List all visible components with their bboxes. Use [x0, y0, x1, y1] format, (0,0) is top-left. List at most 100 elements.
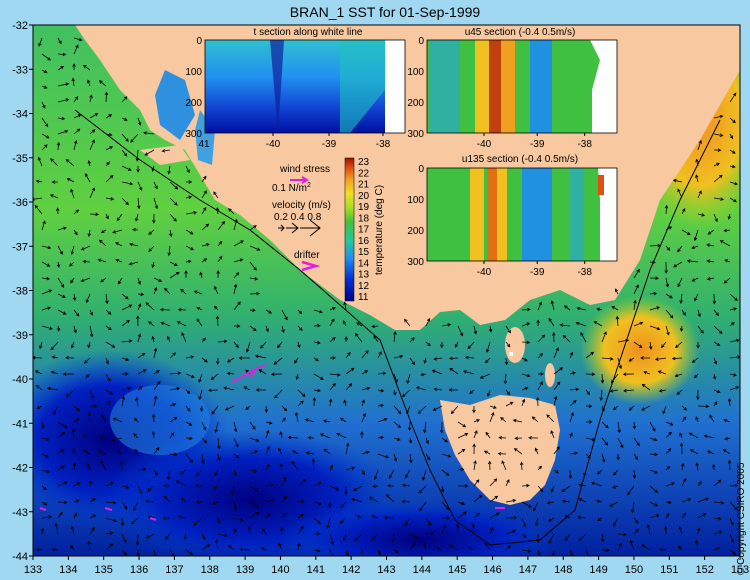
inset-lat-tick-label: -38 — [577, 139, 592, 150]
section-marker — [509, 352, 513, 356]
inset-u45-band — [475, 40, 489, 133]
inset-depth-tick-label: 0 — [196, 36, 202, 47]
inset-lat-tick-label: -39 — [530, 139, 545, 150]
inset-depth-tick-label: 0 — [418, 164, 424, 175]
lon-tick-label: 147 — [519, 564, 537, 576]
inset-u45-section: u45 section (-0.4 0.5m/s) 0 100 200 300 -40 -… — [407, 27, 618, 150]
inset-lat-tick-label: -38 — [376, 139, 391, 150]
lat-tick-label: -39 — [12, 330, 28, 342]
inset-lat-tick-label: -40 — [477, 139, 492, 150]
figure-title: BRAN_1 SST for 01-Sep-1999 — [290, 4, 481, 20]
inset-lat-tick-label: -38 — [577, 267, 592, 278]
warm-eddy — [580, 295, 700, 405]
colorbar-tick-label: 12 — [358, 281, 370, 292]
lat-tick-label: -40 — [12, 374, 28, 386]
colorbar-gradient — [344, 157, 355, 302]
inset-t-bathymetry — [385, 40, 405, 133]
lon-tick-label: 148 — [554, 564, 572, 576]
wind-stress-label: wind stress — [279, 164, 330, 175]
lat-tick-label: -34 — [12, 109, 28, 121]
lon-tick-label: 150 — [625, 564, 643, 576]
inset-u45-band — [530, 40, 552, 133]
colorbar-tick-label: 15 — [358, 247, 370, 258]
colorbar-tick-label: 19 — [358, 202, 370, 213]
colorbar-tick-label: 20 — [358, 191, 370, 202]
inset-u135-section: u135 section (-0.4 0.5m/s) 0 100 200 300 -40… — [407, 154, 618, 278]
lon-tick-label: 134 — [59, 564, 77, 576]
flinders-island — [545, 363, 555, 387]
lon-tick-label: 145 — [448, 564, 466, 576]
colorbar-tick-label: 13 — [358, 270, 370, 281]
velocity-label: velocity (m/s) — [272, 200, 331, 211]
lon-tick-label: 143 — [377, 564, 395, 576]
inset-u45-title: u45 section (-0.4 0.5m/s) — [465, 27, 576, 38]
drifter-label: drifter — [294, 250, 320, 261]
inset-u135-band — [570, 168, 584, 261]
inset-t-section: t section along white line 0100200300-40… — [185, 27, 406, 150]
sst-map-figure: BRAN_1 SST for 01-Sep-1999 133 134 135 1… — [0, 0, 750, 580]
inset-depth-tick-label: 200 — [407, 98, 424, 109]
inset-depth-tick-label: 100 — [185, 67, 202, 78]
inset-u135-band — [522, 168, 552, 261]
inset-u45-band — [501, 40, 515, 133]
inset-u135-band — [598, 175, 604, 195]
inset-depth-tick-label: 300 — [407, 129, 424, 140]
lat-tick-label: -41 — [12, 418, 28, 430]
lat-tick-label: -43 — [12, 507, 28, 519]
copyright-text: © Copyright CSIRO 2005 — [736, 462, 747, 575]
inset-lat-tick-label: -39 — [530, 267, 545, 278]
lon-tick-label: 138 — [201, 564, 219, 576]
lon-tick-label: 133 — [24, 564, 42, 576]
inset-depth-tick-label: 200 — [185, 98, 202, 109]
inset-depth-tick-label: 0 — [418, 36, 424, 47]
lon-tick-label: 136 — [130, 564, 148, 576]
inset-u135-band — [470, 168, 484, 261]
inset-lat-tick-label: -40 — [477, 267, 492, 278]
lat-tick-label: -38 — [12, 286, 28, 298]
inset-lat-tick-label: -40 — [266, 139, 281, 150]
colorbar-tick-label: 18 — [358, 213, 370, 224]
inset-t-title: t section along white line — [254, 27, 363, 38]
colorbar-tick-label: 14 — [358, 258, 370, 269]
inset-u135-band — [487, 168, 497, 261]
lon-tick-label: 137 — [165, 564, 183, 576]
lon-tick-label: 141 — [307, 564, 325, 576]
lat-tick-label: -32 — [12, 20, 28, 32]
lon-tick-label: 139 — [236, 564, 254, 576]
lon-tick-label: 144 — [413, 564, 431, 576]
lat-tick-label: -42 — [12, 463, 28, 475]
colorbar-label: temperature (deg C) — [374, 185, 385, 275]
inset-depth-tick-label: 200 — [407, 226, 424, 237]
lon-tick-label: 135 — [95, 564, 113, 576]
inset-u45-band — [489, 40, 501, 133]
inset-depth-tick-label: 300 — [407, 257, 424, 268]
inset-lat-tick-label: 41 — [198, 139, 210, 150]
lon-tick-label: 149 — [589, 564, 607, 576]
inset-depth-tick-label: 100 — [407, 195, 424, 206]
lat-tick-label: -36 — [12, 197, 28, 209]
inset-u135-title: u135 section (-0.4 0.5m/s) — [462, 154, 578, 165]
colorbar-tick-label: 22 — [358, 168, 370, 179]
velocity-scale-values: 0.2 0.4 0.8 — [274, 212, 322, 223]
lat-tick-label: -33 — [12, 64, 28, 76]
lon-tick-label: 152 — [695, 564, 713, 576]
lat-tick-label: -35 — [12, 153, 28, 165]
inset-u135-band — [497, 168, 507, 261]
colorbar-tick-label: 17 — [358, 225, 370, 236]
cool-eddy — [110, 385, 210, 455]
inset-u45-band — [430, 40, 460, 133]
lon-tick-label: 142 — [342, 564, 360, 576]
inset-depth-tick-label: 100 — [407, 67, 424, 78]
lon-tick-label: 140 — [271, 564, 289, 576]
wind-stress-value: 0.1 N/m2 — [272, 182, 311, 194]
lat-tick-label: -37 — [12, 241, 28, 253]
colorbar-tick-label: 16 — [358, 236, 370, 247]
colorbar-ticks: 23222120191817161514131211 — [358, 157, 370, 303]
colorbar-tick-label: 21 — [358, 180, 370, 191]
inset-lat-tick-label: -39 — [322, 139, 337, 150]
colorbar-tick-label: 11 — [358, 292, 369, 303]
lon-tick-label: 146 — [483, 564, 501, 576]
lat-tick-label: -44 — [12, 551, 28, 563]
lon-tick-label: 151 — [660, 564, 678, 576]
colorbar-tick-label: 23 — [358, 157, 370, 168]
